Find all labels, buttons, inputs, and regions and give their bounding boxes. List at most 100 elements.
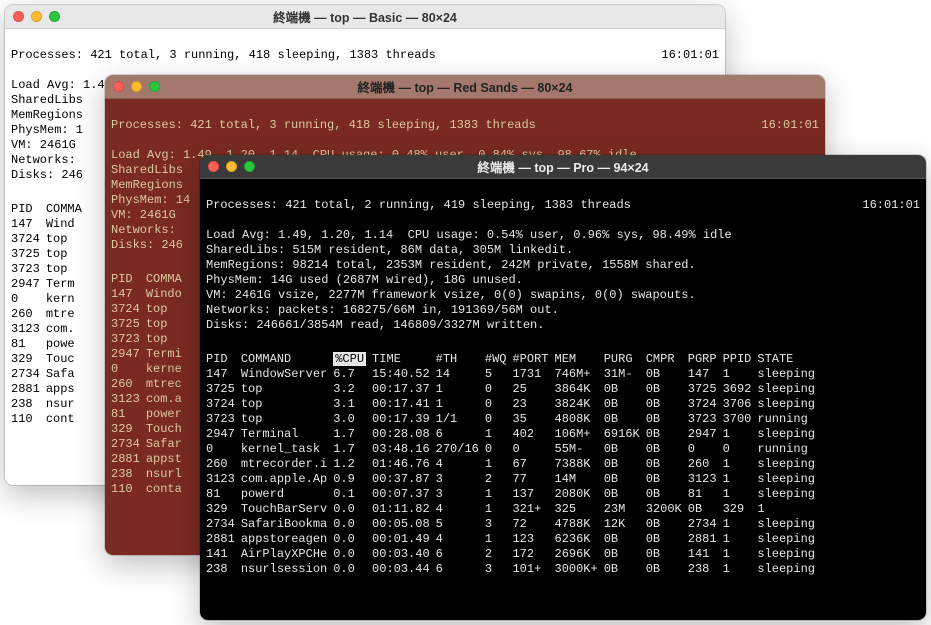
table-cell: 14 [436,367,485,382]
table-cell: sleeping [757,547,821,562]
minimize-icon[interactable] [226,161,237,172]
table-cell: 4808K [555,412,604,427]
table-row: 147Wind [11,217,88,232]
table-cell: 0 [485,397,513,412]
table-cell: 238 [688,562,723,577]
table-cell: top [241,382,333,397]
clock: 16:01:01 [842,198,920,213]
table-cell: 1.7 [333,442,372,457]
table-cell: 5 [485,367,513,382]
table-cell: 1 [723,457,758,472]
table-cell: 2 [485,472,513,487]
summary-disks: Disks: 246 [111,238,183,252]
table-cell: kernel_task [241,442,333,457]
table-row: 3123com.a [111,392,188,407]
table-cell: SafariBookma [241,517,333,532]
table-cell: 01:46.76 [372,457,436,472]
titlebar[interactable]: 終端機 — top — Pro — 94×24 [200,155,926,179]
table-row: 147Windo [111,287,188,302]
table-cell: Touch [146,422,188,437]
table-cell: 3 [485,517,513,532]
table-cell: com.a [146,392,188,407]
table-cell: 0 [485,382,513,397]
table-cell: kern [46,292,88,307]
table-cell: 3706 [723,397,758,412]
table-cell: 01:11.82 [372,502,436,517]
column-header: PURG [604,352,646,367]
summary-processes: Processes: 421 total, 3 running, 418 sle… [111,118,536,133]
table-cell: 81 [111,407,146,422]
table-cell: 0B [646,427,688,442]
table-cell: 1 [723,547,758,562]
minimize-icon[interactable] [131,81,142,92]
table-cell: 3 [436,472,485,487]
minimize-icon[interactable] [31,11,42,22]
table-cell: nsurl [146,467,188,482]
titlebar[interactable]: 終端機 — top — Basic — 80×24 [5,5,725,29]
table-cell: appst [146,452,188,467]
table-row: 2881appstoreagen0.000:01.49411236236K0B0… [206,532,821,547]
table-cell: sleeping [757,517,821,532]
table-cell: 1 [723,472,758,487]
table-cell: 3724 [11,232,46,247]
table-cell: 0.0 [333,547,372,562]
terminal-window-pro[interactable]: 終端機 — top — Pro — 94×24 Processes: 421 t… [200,155,926,620]
table-cell: 00:28.08 [372,427,436,442]
table-cell: 1 [723,562,758,577]
column-header: PGRP [688,352,723,367]
close-icon[interactable] [113,81,124,92]
table-cell: 0 [512,442,554,457]
table-cell: running [757,442,821,457]
terminal-content[interactable]: Processes: 421 total, 2 running, 419 sle… [200,179,926,620]
table-cell: top [241,397,333,412]
table-cell: 2696K [555,547,604,562]
table-row: 3123com. [11,322,88,337]
maximize-icon[interactable] [149,81,160,92]
table-cell: 172 [512,547,554,562]
table-cell: 2947 [206,427,241,442]
table-cell: 3724 [688,397,723,412]
table-cell: powerd [241,487,333,502]
table-cell: 123 [512,532,554,547]
titlebar[interactable]: 終端機 — top — Red Sands — 80×24 [105,75,825,99]
table-cell: 321+ [512,502,554,517]
summary-vm: VM: 2461G [111,208,176,222]
table-cell: 1 [436,382,485,397]
table-cell: 00:03.44 [372,562,436,577]
table-row: 3723top3.000:17.391/10354808K0B0B3723370… [206,412,821,427]
close-icon[interactable] [13,11,24,22]
table-cell: 746M+ [555,367,604,382]
table-cell: 0 [723,442,758,457]
table-cell: 147 [206,367,241,382]
table-cell: com.apple.Ap [241,472,333,487]
table-cell: 0B [646,382,688,397]
summary-shared: SharedLibs: 515M resident, 86M data, 305… [206,243,573,257]
column-header: %CPU [333,352,372,367]
maximize-icon[interactable] [244,161,255,172]
table-row: 238nsurlsession0.000:03.4463101+3000K+0B… [206,562,821,577]
column-header: STATE [757,352,821,367]
table-row: 3724top3.100:17.4110233824K0B0B37243706s… [206,397,821,412]
table-cell: 4 [436,457,485,472]
table-cell: 15:40.52 [372,367,436,382]
close-icon[interactable] [208,161,219,172]
table-cell: Safar [146,437,188,452]
column-header: #TH [436,352,485,367]
process-table: PIDCOMMA147Wind3724top3725top3723top2947… [11,202,88,427]
table-cell: 3723 [206,412,241,427]
table-cell: 0B [646,547,688,562]
table-cell: sleeping [757,562,821,577]
maximize-icon[interactable] [49,11,60,22]
table-cell: 55M- [555,442,604,457]
table-cell: sleeping [757,532,821,547]
table-cell: 00:17.39 [372,412,436,427]
table-cell: 260 [688,457,723,472]
summary-net: Networks: [11,153,76,167]
table-cell: kerne [146,362,188,377]
table-cell: 2734 [688,517,723,532]
column-header: MEM [555,352,604,367]
table-cell: 1.7 [333,427,372,442]
table-cell: 329 [11,352,46,367]
table-row: 3725top [111,317,188,332]
summary-load: Load Avg: 1.49, 1.20, 1.14 CPU usage: 0.… [206,228,732,242]
